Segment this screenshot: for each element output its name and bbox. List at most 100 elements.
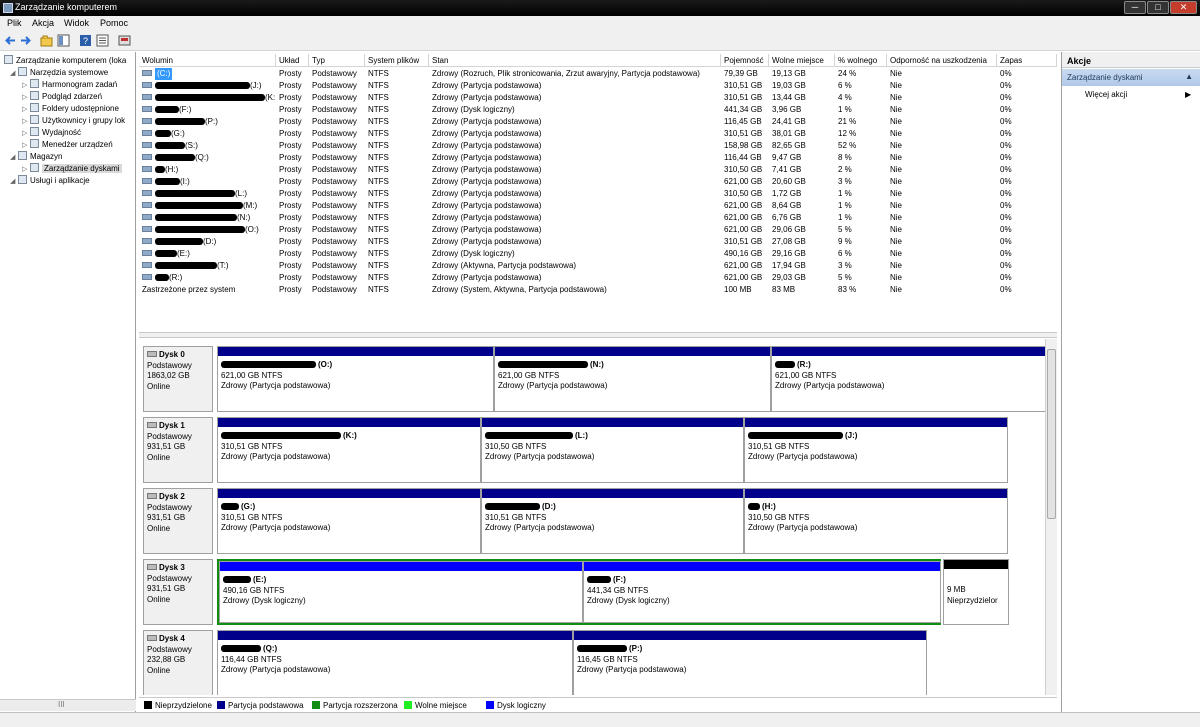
volume-name: (P:) <box>205 117 218 126</box>
tree-item[interactable]: ▷ Foldery udostępnione <box>22 103 119 115</box>
column-header[interactable]: Pojemność <box>721 54 769 67</box>
tree-item[interactable]: ▷ Podgląd zdarzeń <box>22 91 102 103</box>
tree-expander-icon[interactable]: ◢ <box>10 176 18 188</box>
partition-block[interactable]: (R:) 621,00 GB NTFS Zdrowy (Partycja podst… <box>771 346 1045 412</box>
volume-row[interactable]: (P:) Prosty Podstawowy NTFS Zdrowy (Partycja… <box>139 116 1057 128</box>
actions-section-disk-management[interactable]: Zarządzanie dyskami ▲ <box>1062 69 1200 86</box>
volume-row[interactable]: (M:) Prosty Podstawowy NTFS Zdrowy (Partycja… <box>139 200 1057 212</box>
scroll-thumb[interactable] <box>1047 349 1056 519</box>
menu-plik[interactable]: Plik <box>7 18 22 28</box>
volume-row[interactable]: (S:) Prosty Podstawowy NTFS Zdrowy (Partycja… <box>139 140 1057 152</box>
volume-row[interactable]: Zastrzeżone przez system Prosty Podstawowy… <box>139 284 1057 296</box>
partition-block[interactable]: (F:) 441,34 GB NTFS Zdrowy (Dysk logiczny) <box>583 561 941 623</box>
partition-block[interactable]: (J:) 310,51 GB NTFS Zdrowy (Partycja podst… <box>744 417 1008 483</box>
minimize-button[interactable]: ─ <box>1124 1 1146 14</box>
volume-row[interactable]: (H:) Prosty Podstawowy NTFS Zdrowy (Partycja… <box>139 164 1057 176</box>
volume-row[interactable]: (K:) Prosty Podstawowy NTFS Zdrowy (Partycja… <box>139 92 1057 104</box>
volume-status-cell: Zdrowy (Partycja podstawowa) <box>432 201 542 210</box>
tree-item[interactable]: ▷ Harmonogram zadań <box>22 79 117 91</box>
maximize-button[interactable]: □ <box>1147 1 1169 14</box>
partition-block[interactable]: (Q:) 116,44 GB NTFS Zdrowy (Partycja podst… <box>217 630 573 695</box>
menu-widok[interactable]: Widok <box>64 18 89 28</box>
column-header[interactable]: Zapas <box>997 54 1057 67</box>
volume-icon <box>142 262 152 268</box>
volume-name: (C:) <box>155 68 173 80</box>
partition-block[interactable]: (H:) 310,50 GB NTFS Zdrowy (Partycja podst… <box>744 488 1008 554</box>
partition-status: Zdrowy (Partycja podstawowa) <box>485 523 595 532</box>
volume-free-cell: 83 MB <box>772 285 796 294</box>
column-header[interactable]: Odporność na uszkodzenia <box>887 54 997 67</box>
column-header[interactable]: % wolnego <box>835 54 887 67</box>
column-header[interactable]: System plików <box>365 54 429 67</box>
disk-map: Dysk 0 Podstawowy 1863,02 GB Online (O:) 621,… <box>139 339 1045 695</box>
tree-item[interactable]: ◢ Narzędzia systemowe <box>10 67 108 79</box>
volume-row[interactable]: (E:) Prosty Podstawowy NTFS Zdrowy (Dysk log… <box>139 248 1057 260</box>
close-button[interactable]: ✕ <box>1170 1 1197 14</box>
partition-block[interactable]: (P:) 116,45 GB NTFS Zdrowy (Partycja podst… <box>573 630 927 695</box>
column-header[interactable]: Wolne miejsce <box>769 54 835 67</box>
partition-block[interactable]: 9 MB Nieprzydzielor <box>943 559 1009 625</box>
partition-status: Zdrowy (Partycja podstawowa) <box>221 381 331 390</box>
volume-icon <box>142 106 152 112</box>
volume-row[interactable]: (O:) Prosty Podstawowy NTFS Zdrowy (Partycja… <box>139 224 1057 236</box>
forward-icon[interactable] <box>19 34 32 47</box>
tree-item[interactable]: ▷ Menedżer urządzeń <box>22 139 113 151</box>
tree-item[interactable]: ◢ Usługi i aplikacje <box>10 175 90 187</box>
volume-capacity-cell: 310,50 GB <box>724 165 763 174</box>
partition-block[interactable]: (N:) 621,00 GB NTFS Zdrowy (Partycja podst… <box>494 346 771 412</box>
volume-pct-cell: 12 % <box>838 129 857 138</box>
volume-row[interactable]: (L:) Prosty Podstawowy NTFS Zdrowy (Partycja… <box>139 188 1057 200</box>
tree-expander-icon[interactable]: ◢ <box>10 68 18 80</box>
volume-row[interactable]: (I:) Prosty Podstawowy NTFS Zdrowy (Partycja… <box>139 176 1057 188</box>
partition-block[interactable]: (K:) 310,51 GB NTFS Zdrowy (Partycja podst… <box>217 417 481 483</box>
partition-block[interactable]: (L:) 310,50 GB NTFS Zdrowy (Partycja podst… <box>481 417 744 483</box>
more-actions-item[interactable]: Więcej akcji ▶ <box>1085 90 1191 99</box>
disk-label[interactable]: Dysk 1 Podstawowy 931,51 GB Online <box>143 417 213 483</box>
tree-item[interactable]: Zarządzanie komputerem (loka <box>4 55 126 67</box>
disk-label[interactable]: Dysk 0 Podstawowy 1863,02 GB Online <box>143 346 213 412</box>
volume-row[interactable]: (D:) Prosty Podstawowy NTFS Zdrowy (Partycja… <box>139 236 1057 248</box>
volume-fs-cell: NTFS <box>368 249 389 258</box>
column-header[interactable]: Stan <box>429 54 721 67</box>
partition-block[interactable]: (D:) 310,51 GB NTFS Zdrowy (Partycja podst… <box>481 488 744 554</box>
menu-pomoc[interactable]: Pomoc <box>100 18 128 28</box>
tree-item[interactable]: ▷ Użytkownicy i grupy lok <box>22 115 125 127</box>
partition-status: Zdrowy (Partycja podstawowa) <box>577 665 687 674</box>
volume-row[interactable]: (R:) Prosty Podstawowy NTFS Zdrowy (Partycja… <box>139 272 1057 284</box>
performance-icon <box>30 127 39 136</box>
partition-block[interactable]: (G:) 310,51 GB NTFS Zdrowy (Partycja podst… <box>217 488 481 554</box>
column-header[interactable]: Wolumin <box>139 54 276 67</box>
tree-expander-icon[interactable]: ◢ <box>10 152 18 164</box>
tree-item[interactable]: ▷ Zarządzanie dyskami <box>22 163 122 175</box>
tree-horizontal-scrollbar[interactable]: III <box>0 699 136 711</box>
volume-type-cell: Podstawowy <box>312 189 357 198</box>
volume-row[interactable]: (F:) Prosty Podstawowy NTFS Zdrowy (Dysk log… <box>139 104 1057 116</box>
volume-ft-cell: Nie <box>890 177 903 186</box>
partition-block[interactable]: (O:) 621,00 GB NTFS Zdrowy (Partycja podst… <box>217 346 494 412</box>
volume-row[interactable]: (C:) Prosty Podstawowy NTFS Zdrowy (Rozruch,… <box>139 68 1057 80</box>
pane-splitter[interactable] <box>139 332 1057 338</box>
disk-label[interactable]: Dysk 3 Podstawowy 931,51 GB Online <box>143 559 213 625</box>
help-icon[interactable]: ? <box>79 34 92 47</box>
tree-item[interactable]: ▷ Wydajność <box>22 127 81 139</box>
menu-akcja[interactable]: Akcja <box>32 18 54 28</box>
partition-letter: (H:) <box>762 502 776 511</box>
disk-map-scrollbar[interactable] <box>1045 339 1057 695</box>
disk-label[interactable]: Dysk 2 Podstawowy 931,51 GB Online <box>143 488 213 554</box>
collapse-icon[interactable]: ▲ <box>1185 72 1193 81</box>
volume-row[interactable]: (G:) Prosty Podstawowy NTFS Zdrowy (Partycja… <box>139 128 1057 140</box>
volume-row[interactable]: (Q:) Prosty Podstawowy NTFS Zdrowy (Partycja… <box>139 152 1057 164</box>
back-icon[interactable] <box>4 34 17 47</box>
up-folder-icon[interactable] <box>40 34 53 47</box>
show-hide-tree-icon[interactable] <box>57 34 70 47</box>
volume-row[interactable]: (N:) Prosty Podstawowy NTFS Zdrowy (Partycja… <box>139 212 1057 224</box>
column-header[interactable]: Typ <box>309 54 365 67</box>
disk-label[interactable]: Dysk 4 Podstawowy 232,88 GB Online <box>143 630 213 695</box>
volume-row[interactable]: (J:) Prosty Podstawowy NTFS Zdrowy (Partycja… <box>139 80 1057 92</box>
tree-item[interactable]: ◢ Magazyn <box>10 151 62 163</box>
properties-icon[interactable] <box>96 34 109 47</box>
disk-settings-icon[interactable] <box>118 34 131 47</box>
partition-block[interactable]: (E:) 490,16 GB NTFS Zdrowy (Dysk logiczny) <box>219 561 583 623</box>
volume-row[interactable]: (T:) Prosty Podstawowy NTFS Zdrowy (Aktywna,… <box>139 260 1057 272</box>
column-header[interactable]: Układ <box>276 54 309 67</box>
